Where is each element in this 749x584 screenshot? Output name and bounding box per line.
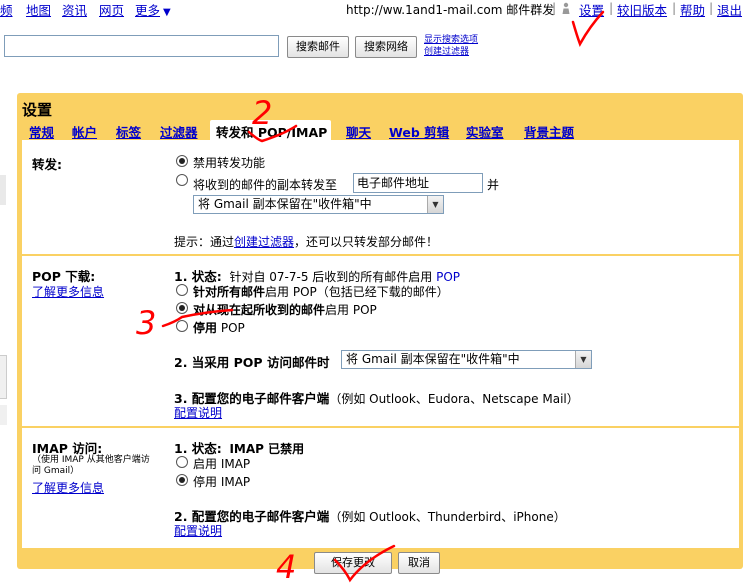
pop-disable-rest: POP xyxy=(220,321,245,335)
nav-item-video[interactable]: 频 xyxy=(0,0,13,19)
sidebar-fragment xyxy=(0,405,7,425)
help-link[interactable]: 帮助 xyxy=(680,0,705,19)
pop-disable-radio[interactable] xyxy=(176,320,188,332)
chevron-down-icon: ▼ xyxy=(163,7,171,18)
search-web-button[interactable]: 搜索网络 xyxy=(355,36,417,58)
pop-from-now-radio[interactable] xyxy=(176,302,188,314)
search-input[interactable] xyxy=(4,35,279,57)
pop-configure-link[interactable]: 配置说明 xyxy=(174,404,222,421)
pop-from-now-bold: 对从现在起所收到的邮件 xyxy=(193,303,326,317)
imap-status-heading: 1. 状态: xyxy=(174,441,222,456)
forwarding-tip: 提示：通过创建过滤器，还可以只转发部分邮件！ xyxy=(174,233,438,250)
cancel-button[interactable]: 取消 xyxy=(398,552,440,574)
create-filter-tip-link[interactable]: 创建过滤器 xyxy=(234,235,294,249)
forwarding-and-text: 并 xyxy=(487,178,500,192)
imap-enable-radio[interactable] xyxy=(176,456,188,468)
forwarding-enable-radio[interactable] xyxy=(176,174,188,186)
search-mail-button[interactable]: 搜索邮件 xyxy=(287,36,349,58)
tab-forwarding-pop-imap[interactable]: 转发和 POP/IMAP xyxy=(210,120,332,140)
settings-link[interactable]: 设置 xyxy=(579,0,604,19)
sidebar-fragment xyxy=(0,175,6,205)
page-title: 设置 xyxy=(22,101,53,119)
pop-learn-more-link[interactable]: 了解更多信息 xyxy=(32,283,104,300)
pop-all-mail-bold: 针对所有邮件 xyxy=(193,285,266,299)
nav-item-news[interactable]: 资讯 xyxy=(62,0,87,19)
section-divider xyxy=(22,254,739,256)
forwarding-disable-radio[interactable] xyxy=(176,155,188,167)
imap-configure-examples: （例如 Outlook、Thunderbird、iPhone） xyxy=(329,510,566,524)
pop-status-pop: POP xyxy=(436,270,461,284)
forwarding-label: 转发: xyxy=(32,157,62,172)
nav-item-maps[interactable]: 地图 xyxy=(26,0,51,19)
imap-status-text: IMAP 已禁用 xyxy=(229,442,305,456)
separator: | xyxy=(709,0,714,15)
section-divider xyxy=(22,426,739,428)
show-search-options-link[interactable]: 显示搜索选项 xyxy=(424,34,478,46)
pop-disable-label: 停用 POP xyxy=(193,319,245,336)
pop-all-mail-rest: 启用 POP（包括已经下载的邮件） xyxy=(265,285,449,299)
forward-keep-copy-select[interactable]: 将 Gmail 副本保留在"收件箱"中 ▼ xyxy=(193,195,444,214)
search-links: 显示搜索选项 创建过滤器 xyxy=(424,34,478,58)
pop-when-accessed-select[interactable]: 将 Gmail 副本保留在"收件箱"中 ▼ xyxy=(341,350,592,369)
forwarding-disable-label: 禁用转发功能 xyxy=(193,156,266,170)
pop-status-heading: 1. 状态: xyxy=(174,269,222,284)
imap-disable-radio[interactable] xyxy=(176,474,188,486)
chevron-down-icon: ▼ xyxy=(427,196,443,213)
imap-configure: 2. 配置您的电子邮件客户端（例如 Outlook、Thunderbird、iP… xyxy=(174,506,566,525)
pop-from-now-label: 对从现在起所收到的邮件启用 POP xyxy=(193,301,377,318)
account-email: http://ww.1and1-mail.com 邮件群发 xyxy=(346,3,555,17)
person-icon xyxy=(562,2,570,14)
logout-link[interactable]: 退出 xyxy=(717,0,742,19)
imap-note-line2: 问 Gmail） xyxy=(32,466,80,476)
imap-configure-link[interactable]: 配置说明 xyxy=(174,522,222,539)
separator: | xyxy=(672,0,677,15)
pop-configure-examples: （例如 Outlook、Eudora、Netscape Mail） xyxy=(329,392,579,406)
pop-configure: 3. 配置您的电子邮件客户端（例如 Outlook、Eudora、Netscap… xyxy=(174,388,579,407)
create-filter-link[interactable]: 创建过滤器 xyxy=(424,46,478,58)
tab-chat[interactable]: 聊天 xyxy=(346,122,371,141)
nav-more-label: 更多 xyxy=(135,3,161,18)
imap-enable-label: 启用 IMAP xyxy=(193,457,251,471)
imap-learn-more-link[interactable]: 了解更多信息 xyxy=(32,479,104,496)
tab-accounts[interactable]: 帐户 xyxy=(72,122,97,141)
sidebar-fragment xyxy=(0,355,7,399)
pop-status-text: 针对自 07-7-5 后收到的所有邮件启用 xyxy=(229,270,433,284)
tab-general[interactable]: 常规 xyxy=(29,122,54,141)
separator: | xyxy=(552,0,557,15)
nav-item-more[interactable]: 更多 ▼ xyxy=(135,0,171,19)
tab-filters[interactable]: 过滤器 xyxy=(160,122,198,141)
tab-themes[interactable]: 背景主题 xyxy=(524,122,574,141)
chevron-down-icon: ▼ xyxy=(575,351,591,368)
old-version-link[interactable]: 较旧版本 xyxy=(617,0,667,19)
forward-email-field[interactable]: 电子邮件地址 xyxy=(353,173,483,193)
imap-disable-label: 停用 IMAP xyxy=(193,475,251,489)
nav-item-web[interactable]: 网页 xyxy=(99,0,124,19)
forwarding-enable-label: 将收到的邮件的副本转发至 xyxy=(193,178,338,192)
save-changes-button[interactable]: 保存更改 xyxy=(314,552,392,574)
tip-suffix: ，还可以只转发部分邮件！ xyxy=(294,235,439,249)
tab-labels[interactable]: 标签 xyxy=(116,122,141,141)
pop-all-mail-label: 针对所有邮件启用 POP（包括已经下载的邮件） xyxy=(193,283,449,300)
tip-prefix: 提示：通过 xyxy=(174,235,235,249)
pop-when-accessed-heading: 2. 当采用 POP 访问邮件时 xyxy=(174,355,330,370)
tab-labs[interactable]: 实验室 xyxy=(466,122,504,141)
forward-keep-copy-value: 将 Gmail 副本保留在"收件箱"中 xyxy=(198,197,372,211)
pop-when-accessed-value: 将 Gmail 副本保留在"收件箱"中 xyxy=(346,352,520,366)
pop-disable-bold: 停用 xyxy=(193,321,218,335)
tab-web-clips[interactable]: Web 剪辑 xyxy=(389,122,449,141)
separator: | xyxy=(609,0,614,15)
pop-all-mail-radio[interactable] xyxy=(176,284,188,296)
pop-from-now-rest: 启用 POP xyxy=(325,303,377,317)
